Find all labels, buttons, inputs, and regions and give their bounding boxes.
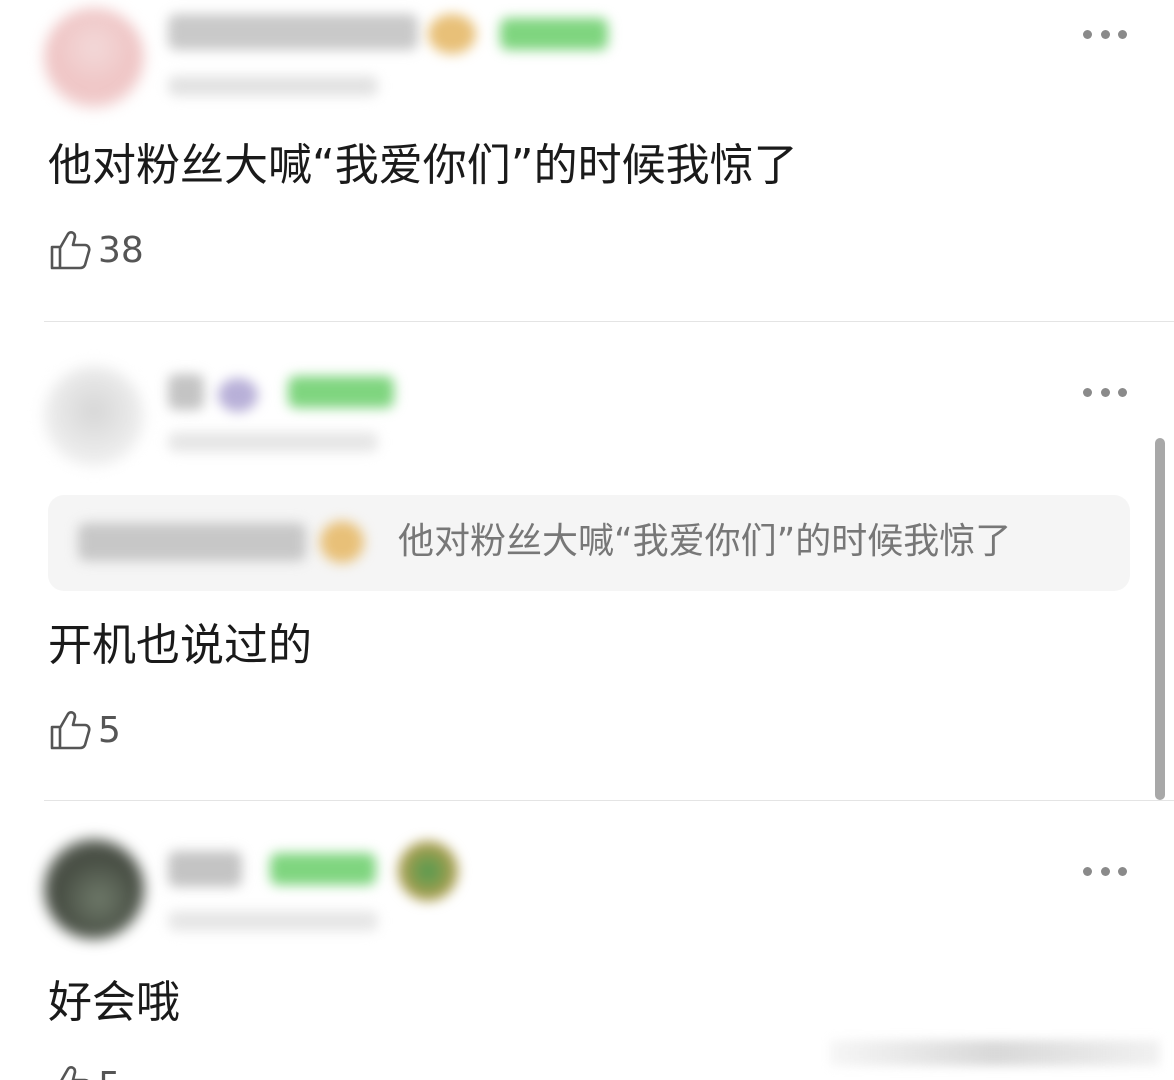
timestamp-blurred [168, 911, 378, 931]
fan-emoji-icon [320, 521, 364, 563]
emoji-icon [218, 378, 258, 412]
like-button[interactable]: 38 [48, 228, 144, 272]
thumbs-up-icon [60, 1066, 89, 1080]
more-options-icon[interactable] [1083, 386, 1127, 398]
username-blurred[interactable] [168, 851, 242, 887]
watermark-blurred [830, 1040, 1160, 1066]
thumbs-up-icon [50, 711, 91, 750]
timestamp-blurred [168, 76, 378, 96]
badge-emoji-icon [398, 841, 458, 901]
comment-item-2: 他对粉丝大喊“我爱你们”的时候我惊了 开机也说过的 5 [0, 322, 1174, 800]
comment-text: 开机也说过的 [48, 620, 312, 671]
comment-item-3: 好会哦 5 [0, 801, 1174, 1080]
comment-list: 他对粉丝大喊“我爱你们”的时候我惊了 38 他对粉丝大喊“我爱你们”的时候我惊了… [0, 0, 1174, 1080]
comment-item-1: 他对粉丝大喊“我爱你们”的时候我惊了 38 [0, 0, 1174, 322]
like-count: 38 [98, 229, 144, 271]
fan-badge [500, 18, 608, 50]
comment-text: 他对粉丝大喊“我爱你们”的时候我惊了 [48, 140, 798, 191]
timestamp-blurred [168, 432, 378, 452]
fan-emoji-icon [428, 14, 476, 54]
fan-badge [270, 853, 376, 885]
comment-text: 好会哦 [48, 977, 180, 1028]
thumbs-up-icon [50, 231, 91, 270]
like-count: 5 [98, 709, 121, 751]
username-blurred[interactable] [168, 14, 418, 50]
avatar[interactable] [44, 839, 144, 939]
more-options-icon[interactable] [1083, 865, 1127, 877]
like-button[interactable]: 5 [48, 1063, 121, 1080]
like-button[interactable]: 5 [48, 708, 121, 752]
like-count: 5 [98, 1065, 121, 1080]
username-blurred[interactable] [168, 374, 204, 410]
scrollbar[interactable] [1155, 438, 1165, 800]
quoted-comment-text: 他对粉丝大喊“我爱你们”的时候我惊了 [398, 521, 1012, 562]
avatar[interactable] [44, 8, 144, 108]
quoted-username-blurred [78, 523, 306, 561]
reply-quote[interactable]: 他对粉丝大喊“我爱你们”的时候我惊了 [48, 495, 1130, 591]
avatar[interactable] [44, 366, 144, 466]
fan-badge [288, 376, 394, 408]
more-options-icon[interactable] [1083, 28, 1127, 40]
